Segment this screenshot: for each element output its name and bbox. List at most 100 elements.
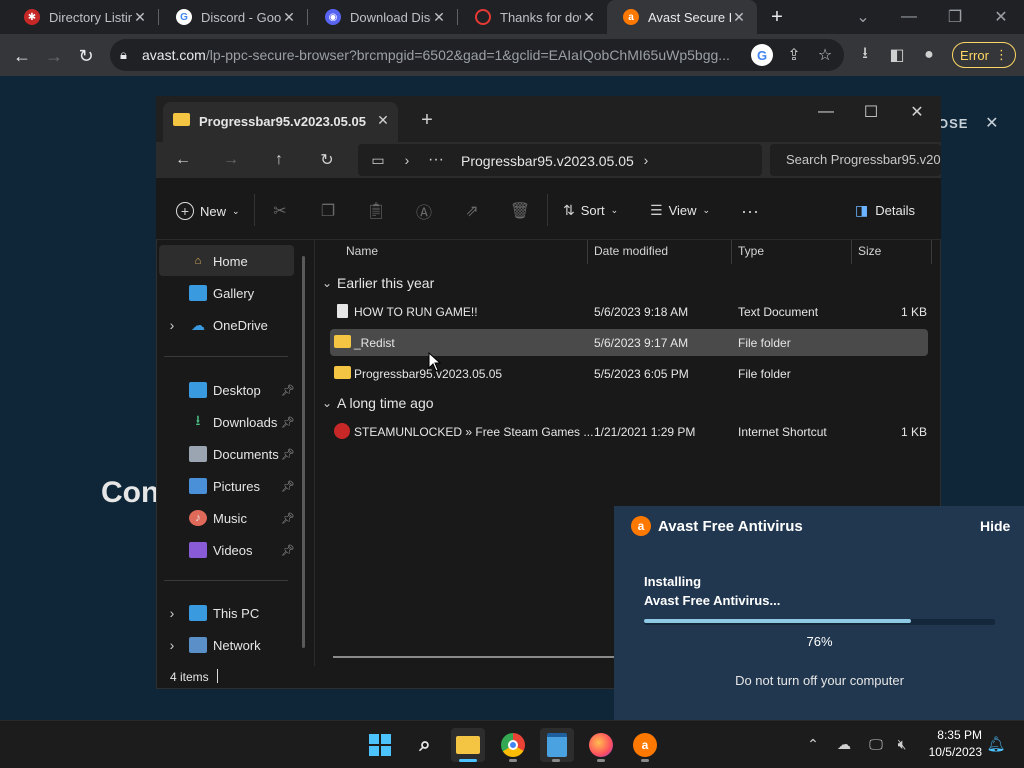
horizontal-scrollbar[interactable] bbox=[333, 656, 614, 658]
lock-icon[interactable]: 🔒︎ bbox=[120, 47, 127, 63]
close-tab-icon[interactable]: ✕ bbox=[132, 9, 148, 26]
avast-installer-icon[interactable]: a bbox=[628, 728, 662, 762]
volume-muted-icon[interactable]: 🔇︎ bbox=[892, 735, 912, 753]
clock-time[interactable]: 8:35 PM bbox=[922, 728, 982, 742]
chevron-down-icon[interactable]: ⌄ bbox=[320, 396, 334, 410]
chevron-right-icon[interactable]: › bbox=[164, 317, 180, 333]
column-divider[interactable] bbox=[931, 240, 932, 264]
nav-item-pictures[interactable]: Pictures 📌︎ bbox=[189, 470, 314, 502]
file-row[interactable]: _Redist 5/6/2023 9:17 AM File folder bbox=[330, 329, 928, 356]
rename-icon[interactable]: Ⓐ bbox=[414, 201, 434, 222]
close-window-button[interactable]: ✕ bbox=[978, 0, 1024, 34]
nav-item-music[interactable]: ♪ Music 📌︎ bbox=[189, 502, 314, 534]
close-tab-icon[interactable]: ✕ bbox=[374, 111, 392, 129]
back-button[interactable]: ← bbox=[10, 44, 34, 68]
firefox-icon[interactable] bbox=[584, 728, 618, 762]
close-tab-icon[interactable]: ✕ bbox=[281, 9, 297, 26]
monitor-icon[interactable]: ▭ bbox=[368, 150, 388, 170]
nav-scrollbar[interactable] bbox=[302, 256, 305, 648]
nav-item-onedrive[interactable]: ☁ OneDrive bbox=[189, 310, 314, 340]
close-window-button[interactable]: ✕ bbox=[906, 101, 928, 123]
browser-tab[interactable]: Thanks for downloading ✕ bbox=[459, 0, 607, 34]
clock-date[interactable]: 10/5/2023 bbox=[922, 745, 982, 759]
nav-item-videos[interactable]: Videos 📌︎ bbox=[189, 534, 314, 566]
chevron-down-icon[interactable]: ⌄ bbox=[320, 276, 334, 290]
chrome-icon[interactable] bbox=[496, 728, 530, 762]
nav-item-home[interactable]: ⌂ Home bbox=[189, 246, 314, 276]
cut-icon[interactable]: ✂ bbox=[270, 201, 290, 221]
reload-button[interactable]: ↻ bbox=[74, 44, 98, 68]
tab-search-icon[interactable]: ⌄ bbox=[840, 0, 886, 34]
chevron-right-icon[interactable]: › bbox=[638, 150, 654, 170]
side-panel-icon[interactable]: ◧ bbox=[886, 44, 908, 66]
file-row[interactable]: STEAMUNLOCKED » Free Steam Games ... 1/2… bbox=[330, 418, 928, 445]
new-tab-button[interactable]: + bbox=[765, 5, 789, 29]
chevron-right-icon[interactable]: › bbox=[164, 605, 180, 621]
browser-tab[interactable]: G Discord - Google ✕ bbox=[160, 0, 307, 34]
group-header[interactable]: Earlier this year bbox=[337, 275, 434, 291]
view-button[interactable]: ☰ View ⌄ bbox=[650, 202, 710, 219]
more-options-icon[interactable]: ··· bbox=[738, 201, 762, 221]
file-row[interactable]: Progressbar95.v2023.05.05 5/5/2023 6:05 … bbox=[330, 360, 928, 387]
close-tab-icon[interactable]: ✕ bbox=[581, 9, 597, 26]
nav-item-gallery[interactable]: Gallery bbox=[189, 278, 314, 308]
onedrive-sync-icon[interactable]: ☁ bbox=[834, 735, 854, 753]
column-divider[interactable] bbox=[851, 240, 852, 264]
share-icon[interactable]: ⇗ bbox=[462, 201, 482, 221]
notepad-icon[interactable] bbox=[540, 728, 574, 762]
details-button[interactable]: ◨ Details bbox=[855, 202, 915, 219]
refresh-icon[interactable]: ↻ bbox=[316, 150, 338, 170]
maximize-button[interactable]: ☐ bbox=[860, 101, 882, 123]
file-explorer-icon[interactable] bbox=[451, 728, 485, 762]
bookmark-star-icon[interactable]: ☆ bbox=[814, 44, 836, 66]
group-header[interactable]: A long time ago bbox=[337, 395, 434, 411]
new-tab-button[interactable]: + bbox=[416, 109, 438, 131]
forward-arrow-icon[interactable]: → bbox=[220, 150, 242, 170]
new-button[interactable]: + New ⌄ bbox=[176, 202, 240, 220]
search-input[interactable]: Search Progressbar95.v2023.05.05 bbox=[770, 144, 941, 176]
column-divider[interactable] bbox=[731, 240, 732, 264]
browser-tab-active[interactable]: a Avast Secure Browser ✕ bbox=[607, 0, 757, 34]
column-header-date[interactable]: Date modified bbox=[594, 244, 668, 258]
column-header-type[interactable]: Type bbox=[738, 244, 764, 258]
network-icon[interactable]: 🖵︎ bbox=[866, 735, 886, 753]
back-arrow-icon[interactable]: ← bbox=[172, 150, 194, 170]
hide-button[interactable]: Hide bbox=[980, 518, 1010, 534]
url-text[interactable]: avast.com/lp-ppc-secure-browser?brcmpgid… bbox=[142, 47, 742, 63]
close-tab-icon[interactable]: ✕ bbox=[731, 9, 747, 26]
error-button[interactable]: Error ⋮ bbox=[952, 42, 1016, 68]
browser-tab[interactable]: ◉ Download Discord ✕ bbox=[309, 0, 457, 34]
nav-item-documents[interactable]: Documents 📌︎ bbox=[189, 438, 314, 470]
page-close-button[interactable]: OSE ✕ bbox=[938, 113, 1000, 133]
notification-bell-icon[interactable]: 🔔︎ bbox=[986, 735, 1006, 753]
close-tab-icon[interactable]: ✕ bbox=[431, 9, 447, 26]
chevron-right-icon[interactable]: › bbox=[399, 150, 415, 170]
restore-button[interactable]: ❐ bbox=[932, 0, 978, 34]
chevron-right-icon[interactable]: › bbox=[164, 637, 180, 653]
forward-button[interactable]: → bbox=[42, 44, 66, 68]
column-header-size[interactable]: Size bbox=[858, 244, 881, 258]
nav-item-network[interactable]: Network bbox=[189, 629, 314, 661]
nav-item-desktop[interactable]: Desktop 📌︎ bbox=[189, 374, 314, 406]
delete-icon[interactable]: 🗑︎ bbox=[510, 201, 530, 221]
google-lens-icon[interactable]: G bbox=[751, 44, 773, 66]
windows-start-icon[interactable] bbox=[363, 728, 397, 762]
nav-item-this-pc[interactable]: This PC bbox=[189, 597, 314, 629]
search-icon[interactable]: ⌕ bbox=[408, 728, 442, 762]
paste-icon[interactable]: 📋︎ bbox=[366, 201, 386, 221]
profile-icon[interactable]: ● bbox=[918, 44, 940, 66]
nav-item-downloads[interactable]: ⭳ Downloads 📌︎ bbox=[189, 406, 314, 438]
download-icon[interactable]: ⭳ bbox=[854, 44, 876, 66]
file-row[interactable]: HOW TO RUN GAME!! 5/6/2023 9:18 AM Text … bbox=[330, 298, 928, 325]
column-divider[interactable] bbox=[587, 240, 588, 264]
minimize-button[interactable]: — bbox=[886, 0, 932, 34]
minimize-button[interactable]: — bbox=[815, 101, 837, 123]
breadcrumb-current[interactable]: Progressbar95.v2023.05.05 bbox=[461, 153, 634, 169]
up-arrow-icon[interactable]: ↑ bbox=[268, 150, 290, 170]
more-icon[interactable]: ··· bbox=[426, 150, 446, 170]
sort-button[interactable]: ⇅ Sort ⌄ bbox=[563, 202, 618, 219]
share-icon[interactable]: ⇪ bbox=[783, 44, 805, 66]
browser-tab[interactable]: ✱ Directory Listing ✕ bbox=[8, 0, 158, 34]
show-hidden-icons-chevron[interactable]: ⌃ bbox=[804, 735, 822, 753]
copy-icon[interactable]: ❐ bbox=[318, 201, 338, 221]
